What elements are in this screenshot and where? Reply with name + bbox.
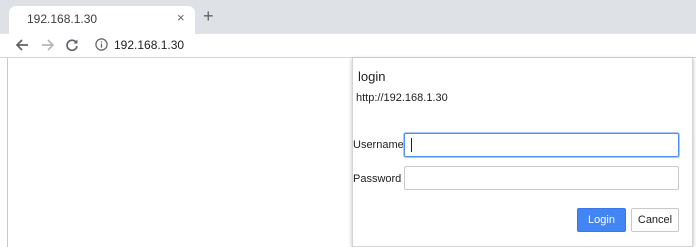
dialog-title: login — [358, 69, 386, 84]
tab-title: 192.168.1.30 — [27, 12, 98, 26]
dialog-origin: http://192.168.1.30 — [356, 92, 448, 104]
new-tab-icon[interactable]: + — [203, 7, 214, 25]
tab-strip: 192.168.1.30 × + — [0, 0, 696, 34]
text-caret — [411, 138, 412, 152]
info-icon[interactable] — [95, 38, 108, 51]
address-bar-url[interactable]: 192.168.1.30 — [114, 38, 184, 52]
password-label: Password — [353, 173, 402, 185]
browser-toolbar: 192.168.1.30 — [0, 34, 696, 57]
username-label: Username — [353, 139, 404, 151]
login-button[interactable]: Login — [577, 208, 626, 232]
page-content — [0, 58, 8, 247]
password-field[interactable] — [404, 166, 679, 190]
reload-icon[interactable] — [63, 36, 81, 54]
close-tab-icon[interactable]: × — [177, 11, 185, 25]
browser-tab[interactable]: 192.168.1.30 × — [9, 6, 195, 34]
username-field[interactable] — [404, 133, 679, 157]
forward-arrow-icon[interactable] — [39, 36, 57, 54]
back-arrow-icon[interactable] — [13, 36, 31, 54]
cancel-button[interactable]: Cancel — [631, 208, 679, 232]
login-dialog: login http://192.168.1.30 Username Passw… — [352, 58, 693, 247]
